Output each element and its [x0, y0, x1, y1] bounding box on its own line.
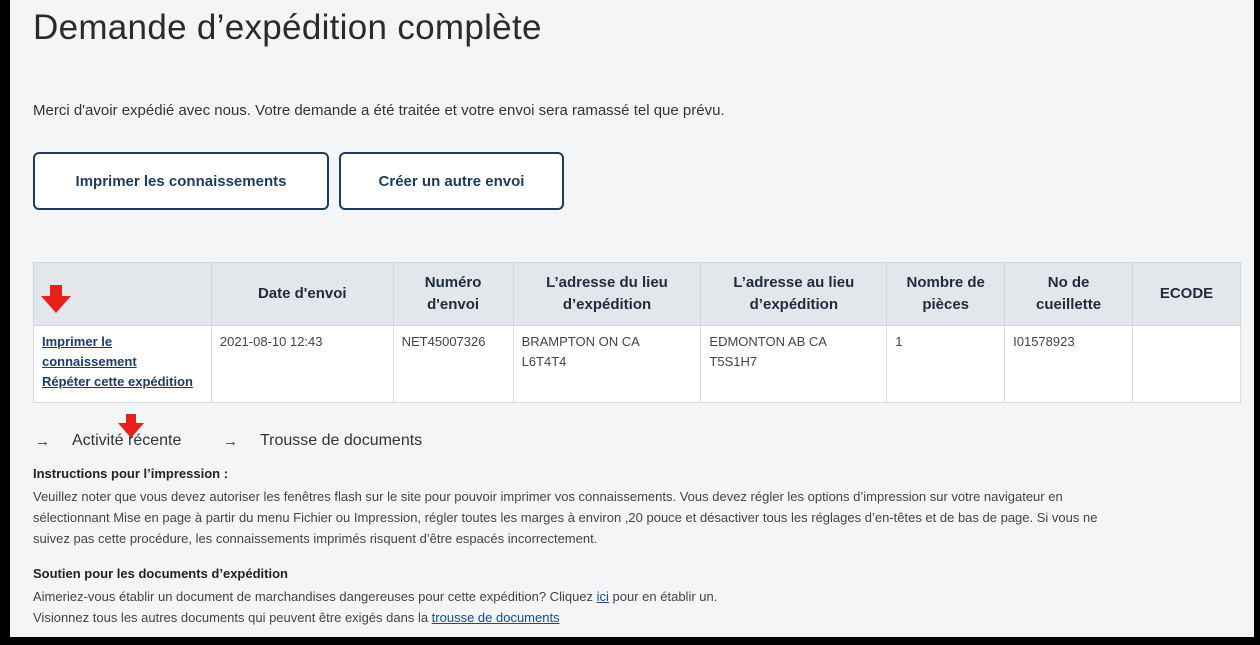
col-ecode: ECODE	[1132, 262, 1241, 326]
document-kit-label: Trousse de documents	[260, 432, 423, 449]
col-pieces: Nombre de pièces	[886, 262, 1006, 326]
print-bills-button[interactable]: Imprimer les connaissements	[33, 152, 329, 210]
create-shipment-button[interactable]: Créer un autre envoi	[339, 152, 564, 210]
print-bill-link[interactable]: Imprimer le connaissement	[42, 332, 203, 372]
table-row: Imprimer le connaissement Répéter cette e…	[33, 325, 1241, 403]
confirmation-message: Merci d'avoir expédié avec nous. Votre d…	[33, 102, 725, 119]
repeat-shipment-link[interactable]: Répéter cette expédition	[42, 372, 203, 392]
print-instructions-text: Veuillez noter que vous devez autoriser …	[33, 489, 1098, 546]
col-origin: L’adresse du lieu d’expédition	[512, 262, 702, 326]
cell-origin: BRAMPTON ON CA L6T4T4	[512, 325, 702, 403]
dangerous-goods-link[interactable]: ici	[597, 589, 609, 604]
cell-destination: EDMONTON AB CA T5S1H7	[700, 325, 888, 403]
cell-actions: Imprimer le connaissement Répéter cette e…	[33, 325, 212, 403]
print-instructions-heading: Instructions pour l’impression :	[33, 466, 229, 481]
shipment-table: Date d'envoi Numéro d'envoi L’adresse du …	[33, 262, 1241, 403]
support-text: Aimeriez-vous établir un document de mar…	[33, 586, 1243, 628]
col-destination: L’adresse au lieu d’expédition	[700, 262, 888, 326]
cell-ecode	[1132, 325, 1241, 403]
document-kit-inline-link[interactable]: trousse de documents	[432, 610, 560, 625]
documents-line: Visionnez tous les autres documents qui …	[33, 610, 560, 625]
recent-activity-label: Activité récente	[72, 432, 182, 449]
right-arrow-icon: →	[35, 432, 50, 450]
col-date: Date d'envoi	[210, 262, 394, 326]
dangerous-goods-line: Aimeriez-vous établir un document de mar…	[33, 589, 718, 604]
document-kit-link[interactable]: → Trousse de documents	[223, 432, 422, 450]
table-header-row: Date d'envoi Numéro d'envoi L’adresse du …	[33, 262, 1241, 326]
cell-date: 2021-08-10 12:43	[210, 325, 394, 403]
cell-pickup: I01578923	[1004, 325, 1134, 403]
col-pickup: No de cueillette	[1004, 262, 1134, 326]
cell-number: NET45007326	[392, 325, 514, 403]
red-down-arrow-icon	[41, 285, 71, 313]
support-heading: Soutien pour les documents d’expédition	[33, 566, 288, 581]
cell-pieces: 1	[886, 325, 1006, 403]
recent-activity-link[interactable]: → Activité récente	[35, 432, 181, 450]
right-arrow-icon: →	[223, 432, 238, 450]
page: Demande d’expédition complète Merci d'av…	[10, 0, 1254, 637]
col-number: Numéro d'envoi	[392, 262, 514, 326]
page-title: Demande d’expédition complète	[33, 8, 542, 47]
